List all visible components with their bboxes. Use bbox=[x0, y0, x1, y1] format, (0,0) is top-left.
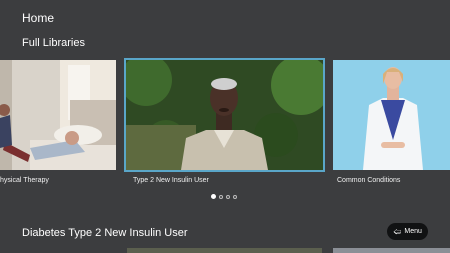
carousel-caption: Type 2 New Insulin User bbox=[133, 177, 209, 184]
pagination-dot[interactable] bbox=[226, 194, 230, 199]
carousel-item-common-conditions[interactable] bbox=[333, 60, 450, 170]
pagination-dot[interactable] bbox=[233, 194, 237, 199]
section-title: Full Libraries bbox=[22, 37, 85, 49]
carousel-pagination bbox=[211, 194, 237, 199]
menu-button[interactable]: 🢠 Menu bbox=[387, 223, 428, 240]
thumbnail-physical-therapy bbox=[0, 60, 116, 170]
pagination-dot-active[interactable] bbox=[211, 194, 216, 199]
row-thumbnail-peek[interactable] bbox=[127, 248, 322, 253]
menu-label: Menu bbox=[404, 228, 422, 235]
row-thumbnail-peek[interactable] bbox=[333, 248, 450, 253]
page-title: Home bbox=[22, 11, 55, 25]
carousel-item-type-2-new-insulin-user[interactable] bbox=[124, 58, 325, 172]
carousel-item-physical-therapy[interactable] bbox=[0, 60, 116, 170]
thumbnail-type-2-new-insulin-user bbox=[126, 60, 323, 170]
pagination-dot[interactable] bbox=[219, 194, 223, 199]
back-arrow-icon: 🢠 bbox=[393, 226, 402, 236]
carousel-caption: Common Conditions bbox=[337, 177, 401, 184]
row-title: Diabetes Type 2 New Insulin User bbox=[22, 227, 188, 239]
thumbnail-common-conditions bbox=[333, 60, 450, 170]
carousel-caption: hysical Therapy bbox=[0, 177, 49, 184]
